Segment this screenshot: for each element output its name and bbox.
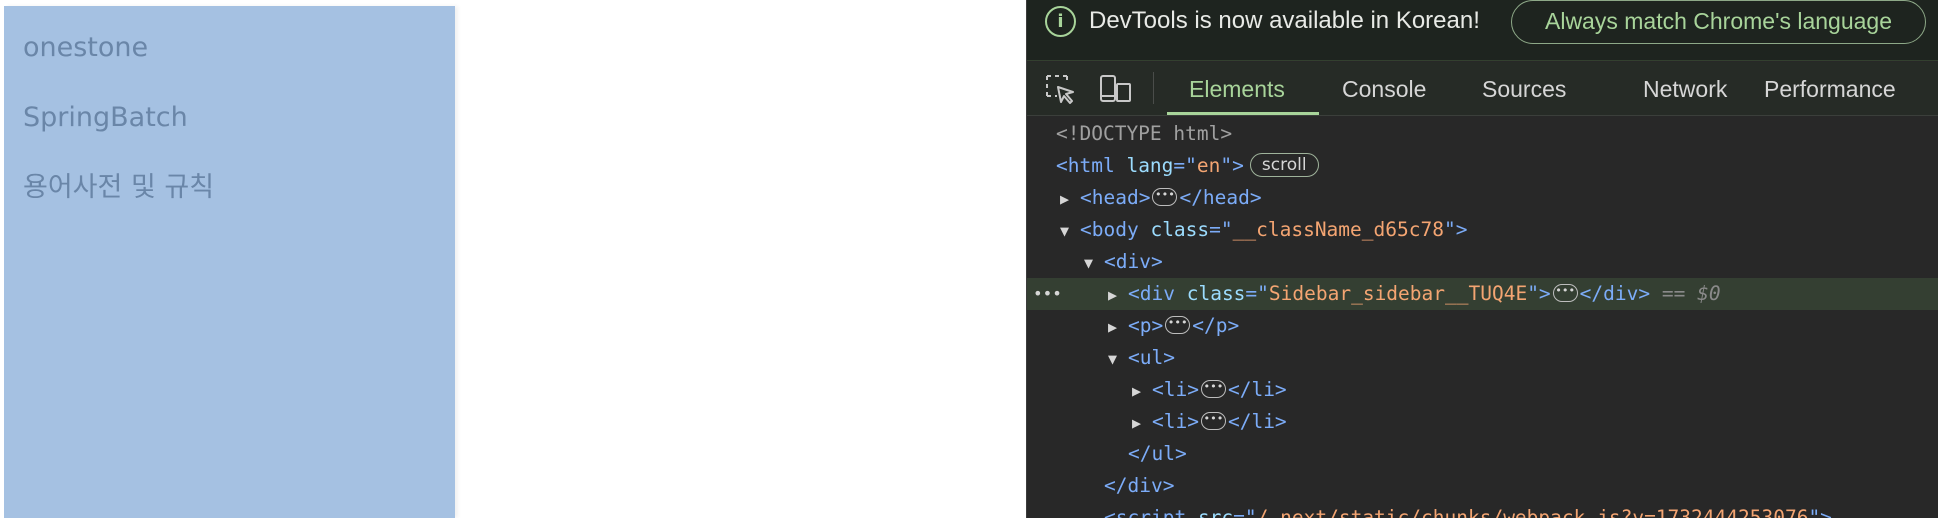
tab-elements[interactable]: Elements [1189, 62, 1285, 116]
dom-node-sidebar-div-selected[interactable]: ••• ▶ <div class="Sidebar_sidebar__TUQ4E"… [1027, 278, 1938, 310]
dom-node-body[interactable]: ▼ <body class="__className_d65c78"> [1027, 214, 1938, 246]
tab-network[interactable]: Network [1643, 62, 1727, 116]
expand-triangle-icon[interactable]: ▶ [1108, 311, 1128, 343]
collapse-triangle-icon[interactable]: ▼ [1108, 343, 1128, 375]
language-infobar: i DevTools is now available in Korean! A… [1027, 0, 1938, 61]
dom-node-head[interactable]: ▶ <head> ••• </head> [1027, 182, 1938, 214]
collapse-triangle-icon[interactable]: ▼ [1084, 247, 1104, 279]
expand-triangle-icon[interactable]: ▶ [1132, 407, 1152, 439]
sidebar-class-value: Sidebar_sidebar__TUQ4E [1268, 282, 1528, 305]
active-tab-indicator [1167, 112, 1319, 115]
dom-node-div[interactable]: ▼ <div> [1027, 246, 1938, 278]
tab-performance[interactable]: Performance [1764, 62, 1896, 116]
sidebar: onestone SpringBatch 용어사전 및 규칙 [4, 6, 455, 518]
sidebar-item-glossary[interactable]: 용어사전 및 규칙 [23, 171, 214, 205]
dom-tree: <!DOCTYPE html> <html lang="en"> scroll ▶… [1027, 118, 1938, 518]
dom-node-p[interactable]: ▶ <p> ••• </p> [1027, 310, 1938, 342]
dom-node-ul-close: </ul> [1128, 442, 1187, 465]
tab-console[interactable]: Console [1342, 62, 1426, 116]
scroll-badge[interactable]: scroll [1249, 152, 1319, 177]
ellipsis-icon[interactable]: ••• [1200, 379, 1226, 398]
more-options-icon[interactable]: ••• [1033, 278, 1062, 310]
devtools-panel: i DevTools is now available in Korean! A… [1026, 0, 1938, 518]
ellipsis-icon[interactable]: ••• [1165, 315, 1191, 334]
tab-sources[interactable]: Sources [1482, 62, 1566, 116]
toolbar-separator [1153, 72, 1154, 104]
ellipsis-icon[interactable]: ••• [1200, 411, 1226, 430]
expand-triangle-icon[interactable]: ▶ [1108, 279, 1128, 311]
script-src-value: /_next/static/chunks/webpack.js?v=173244… [1256, 506, 1809, 518]
device-toolbar-icon[interactable] [1099, 74, 1133, 108]
sidebar-item-springbatch[interactable]: SpringBatch [23, 101, 188, 135]
selected-node-marker: == $0 [1661, 282, 1721, 305]
dom-node-doctype[interactable]: <!DOCTYPE html> [1027, 118, 1938, 150]
dom-node-script[interactable]: <script src="/_next/static/chunks/webpac… [1027, 502, 1938, 518]
ellipsis-icon[interactable]: ••• [1152, 187, 1178, 206]
dom-node-html[interactable]: <html lang="en"> scroll [1027, 150, 1938, 182]
dom-node-li[interactable]: ▶ <li> ••• </li> [1027, 406, 1938, 438]
dom-node-ul[interactable]: ▼ <ul> [1027, 342, 1938, 374]
info-icon: i [1045, 6, 1076, 37]
body-class-value: __className_d65c78 [1232, 218, 1444, 241]
devtools-toolbar: Elements Console Sources Network Perform… [1027, 62, 1938, 116]
match-language-button[interactable]: Always match Chrome's language [1511, 0, 1926, 44]
expand-triangle-icon[interactable]: ▶ [1132, 375, 1152, 407]
dom-node-li[interactable]: ▶ <li> ••• </li> [1027, 374, 1938, 406]
infobar-message: DevTools is now available in Korean! [1089, 7, 1480, 34]
html-lang-value: en [1196, 154, 1221, 177]
collapse-triangle-icon[interactable]: ▼ [1060, 215, 1080, 247]
expand-triangle-icon[interactable]: ▶ [1060, 183, 1080, 215]
sidebar-item-onestone[interactable]: onestone [23, 31, 148, 65]
ellipsis-icon[interactable]: ••• [1552, 283, 1578, 302]
inspect-element-icon[interactable] [1045, 74, 1075, 108]
dom-node-div-close: </div> [1104, 474, 1175, 497]
